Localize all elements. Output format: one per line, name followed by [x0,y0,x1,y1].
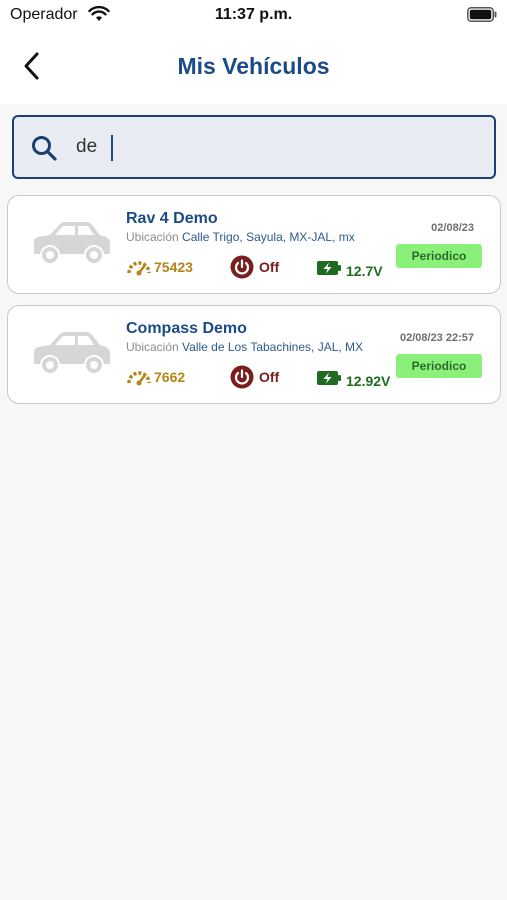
last-report-date: 02/08/23 [431,222,474,234]
car-icon [34,222,110,265]
voltage-value: 12.7V [346,263,383,279]
car-icon [34,332,110,375]
battery-voltage: 12.92V [316,366,390,390]
location-value: Valle de Los Tabachines, JAL, MX [182,340,364,354]
search-input[interactable] [76,131,476,163]
engine-status: Off [230,365,279,389]
odometer-value: 7662 [154,369,186,385]
status-bar: Operador 11:37 p.m. [0,0,507,32]
navigation-bar: Mis Vehículos [0,42,507,90]
search-bar[interactable] [12,115,496,179]
battery-icon [467,7,497,22]
battery-charge-icon [317,261,341,275]
engine-status-value: Off [259,259,280,275]
power-icon [230,255,254,279]
odometer: 75423 [126,256,193,278]
odometer: 7662 [126,366,185,388]
header-area: Operador 11:37 p.m. Mis Vehículos [0,0,507,104]
vehicle-location: Ubicación Valle de Los Tabachines, JAL, … [126,340,363,354]
odometer-icon [127,371,151,386]
vehicle-name: Compass Demo [126,320,247,337]
vehicle-name: Rav 4 Demo [126,210,218,227]
search-icon [32,136,57,161]
battery-voltage: 12.7V [316,256,383,280]
last-report-date: 02/08/23 22:57 [399,332,474,344]
status-time: 11:37 p.m. [214,6,293,23]
report-type-badge: Periodico [396,354,482,378]
location-label: Ubicación [126,230,179,244]
page-title: Mis Vehículos [177,53,330,79]
vehicle-card[interactable]: Rav 4 Demo Ubicación Calle Trigo, Sayula… [7,195,501,294]
battery-charge-icon [317,371,341,385]
location-value: Calle Trigo, Sayula, MX-JAL, mx [182,230,355,244]
odometer-value: 75423 [154,259,193,275]
vehicle-card[interactable]: Compass Demo Ubicación Valle de Los Taba… [7,305,501,404]
engine-status-value: Off [259,369,280,385]
text-cursor [111,135,113,161]
vehicle-location: Ubicación Calle Trigo, Sayula, MX-JAL, m… [126,230,355,244]
voltage-value: 12.92V [346,373,391,389]
location-label: Ubicación [126,340,179,354]
odometer-icon [127,261,151,276]
power-icon [230,365,254,389]
engine-status: Off [230,255,279,279]
report-type-badge: Periodico [396,244,482,268]
